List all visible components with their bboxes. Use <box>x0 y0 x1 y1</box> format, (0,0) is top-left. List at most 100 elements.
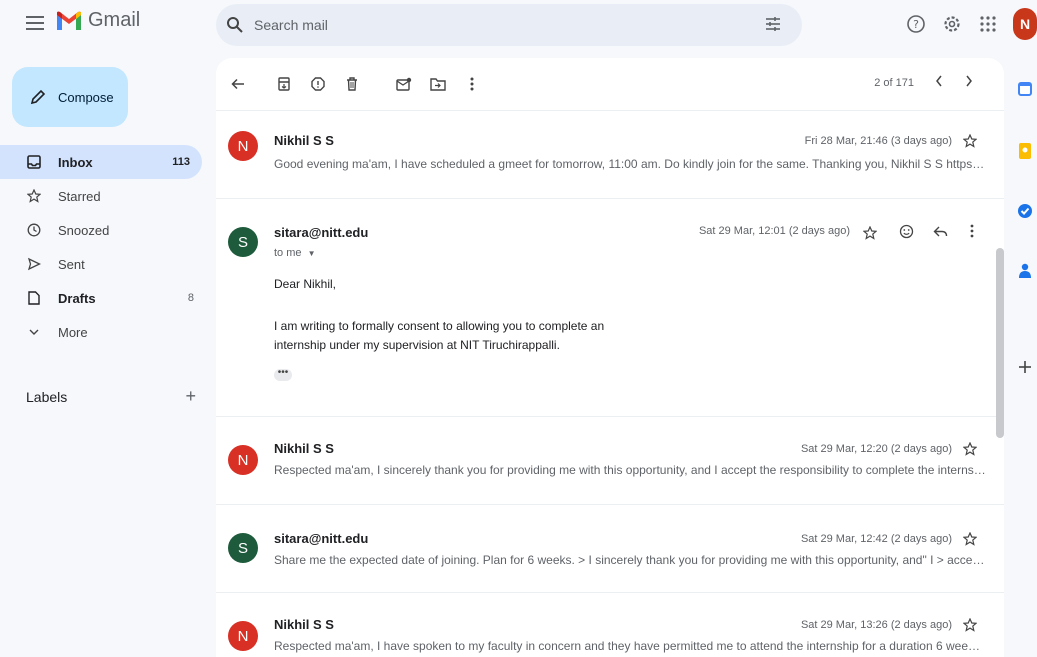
thread-message-expanded: S sitara@nitt.edu Sat 29 Mar, 12:01 (2 d… <box>216 198 1004 416</box>
sidebar-item-label: Sent <box>58 256 85 272</box>
sidebar-nav: Inbox 113 Starred Snoozed Sent Drafts 8 … <box>0 145 206 349</box>
sidebar-item-more[interactable]: More <box>0 315 206 349</box>
sidebar-item-label: Starred <box>58 188 101 204</box>
sender-name: Nikhil S S <box>274 441 334 456</box>
recipient-details[interactable]: to me ▼ <box>274 247 316 259</box>
send-icon <box>26 256 42 272</box>
message-snippet: Respected ma'am, I sincerely thank you f… <box>274 463 986 477</box>
sender-avatar: S <box>228 227 258 257</box>
sidebar-item-drafts[interactable]: Drafts 8 <box>0 281 206 315</box>
message-date: Fri 28 Mar, 21:46 (3 days ago) <box>804 135 952 147</box>
tasks-icon[interactable] <box>1016 202 1034 220</box>
pencil-icon <box>30 89 46 105</box>
back-arrow-icon[interactable] <box>228 74 248 94</box>
message-view: 2 of 171 N Nikhil S S Fri 28 Mar, 21:46 … <box>216 58 1004 657</box>
delete-icon[interactable] <box>342 74 362 94</box>
keep-icon[interactable] <box>1016 142 1034 160</box>
message-body-line: I am writing to formally consent to allo… <box>274 319 605 333</box>
sender-avatar: N <box>228 621 258 651</box>
clock-icon <box>26 222 42 238</box>
newer-chevron-left-icon[interactable] <box>934 74 944 93</box>
gmail-m-icon <box>57 11 81 30</box>
mark-unread-icon[interactable] <box>394 74 414 94</box>
labels-title: Labels <box>26 388 68 405</box>
calendar-icon[interactable] <box>1016 80 1034 98</box>
star-icon[interactable] <box>862 225 878 241</box>
thread-message[interactable]: N Nikhil S S Sat 29 Mar, 13:26 (2 days a… <box>216 592 1004 657</box>
older-chevron-right-icon[interactable] <box>964 74 974 93</box>
star-icon <box>26 188 42 204</box>
thread-message[interactable]: S sitara@nitt.edu Sat 29 Mar, 12:42 (2 d… <box>216 504 1004 592</box>
sidebar-item-sent[interactable]: Sent <box>0 247 206 281</box>
message-snippet: Share me the expected date of joining. P… <box>274 553 986 567</box>
search-bar[interactable] <box>216 4 802 46</box>
drafts-count: 8 <box>187 292 194 304</box>
add-label-icon[interactable]: + <box>185 386 196 407</box>
sender-name: Nikhil S S <box>274 133 334 148</box>
message-date: Sat 29 Mar, 12:42 (2 days ago) <box>800 533 952 545</box>
report-spam-icon[interactable] <box>308 74 328 94</box>
sender-name: sitara@nitt.edu <box>274 225 369 240</box>
pagination-text: 2 of 171 <box>874 77 914 89</box>
more-vert-icon[interactable] <box>964 223 980 239</box>
recipient-text: to me <box>274 247 302 259</box>
sender-avatar: N <box>228 445 258 475</box>
message-date: Sat 29 Mar, 12:01 (2 days ago) <box>698 225 850 237</box>
labels-header: Labels + <box>26 386 196 407</box>
sender-avatar: N <box>228 131 258 161</box>
message-snippet: Good evening ma'am, I have scheduled a g… <box>274 157 986 171</box>
top-right-controls: ? N <box>897 6 1037 42</box>
help-icon[interactable]: ? <box>899 7 933 41</box>
sidebar-item-inbox[interactable]: Inbox 113 <box>0 145 202 179</box>
search-icon[interactable] <box>226 16 244 34</box>
sidebar-item-label: Snoozed <box>58 222 110 238</box>
sidebar-item-snoozed[interactable]: Snoozed <box>0 213 206 247</box>
sender-name: Nikhil S S <box>274 617 334 632</box>
thread-message[interactable]: N Nikhil S S Fri 28 Mar, 21:46 (3 days a… <box>216 110 1004 198</box>
inbox-unread-count: 113 <box>172 156 190 168</box>
message-toolbar: 2 of 171 <box>216 58 1004 110</box>
main-menu-icon[interactable] <box>24 12 46 34</box>
message-date: Sat 29 Mar, 13:26 (2 days ago) <box>800 619 952 631</box>
archive-icon[interactable] <box>274 74 294 94</box>
move-to-icon[interactable] <box>428 74 448 94</box>
search-input[interactable] <box>254 17 734 33</box>
search-options-icon[interactable] <box>764 15 782 33</box>
more-vert-icon[interactable] <box>462 74 482 94</box>
message-snippet: Respected ma'am, I have spoken to my fac… <box>274 639 986 653</box>
account-avatar[interactable]: N <box>1013 8 1037 40</box>
reply-icon[interactable] <box>932 223 948 239</box>
contacts-icon[interactable] <box>1016 262 1034 280</box>
inbox-icon <box>26 154 42 170</box>
vertical-scrollbar[interactable] <box>996 248 1004 438</box>
sidebar-item-label: More <box>58 324 88 340</box>
compose-label: Compose <box>58 89 114 105</box>
star-icon[interactable] <box>962 531 978 547</box>
add-reaction-emoji-icon[interactable] <box>898 223 914 239</box>
star-icon[interactable] <box>962 617 978 633</box>
gmail-logo[interactable]: Gmail <box>56 9 140 32</box>
google-apps-icon[interactable] <box>971 7 1005 41</box>
sender-name: sitara@nitt.edu <box>274 531 369 546</box>
message-date: Sat 29 Mar, 12:20 (2 days ago) <box>800 443 952 455</box>
sender-avatar: S <box>228 533 258 563</box>
top-bar: Gmail ? <box>0 0 1037 48</box>
star-icon[interactable] <box>962 441 978 457</box>
file-icon <box>26 290 42 306</box>
chevron-down-icon <box>26 324 42 340</box>
app-name: Gmail <box>88 9 141 31</box>
sidebar-item-starred[interactable]: Starred <box>0 179 206 213</box>
sidebar-item-label: Drafts <box>58 290 96 306</box>
compose-button[interactable]: Compose <box>12 67 128 127</box>
caret-down-icon: ▼ <box>307 249 316 258</box>
sidebar-item-label: Inbox <box>58 154 93 170</box>
show-trimmed-content-button[interactable]: ••• <box>274 368 292 381</box>
message-body-line: internship under my supervision at NIT T… <box>274 338 560 352</box>
get-addons-plus-icon[interactable] <box>1016 358 1034 376</box>
thread-message[interactable]: N Nikhil S S Sat 29 Mar, 12:20 (2 days a… <box>216 416 1004 504</box>
star-icon[interactable] <box>962 133 978 149</box>
settings-gear-icon[interactable] <box>935 7 969 41</box>
svg-text:?: ? <box>913 18 919 31</box>
message-greeting: Dear Nikhil, <box>274 277 337 291</box>
gmail-app: Gmail ? <box>0 0 1037 657</box>
